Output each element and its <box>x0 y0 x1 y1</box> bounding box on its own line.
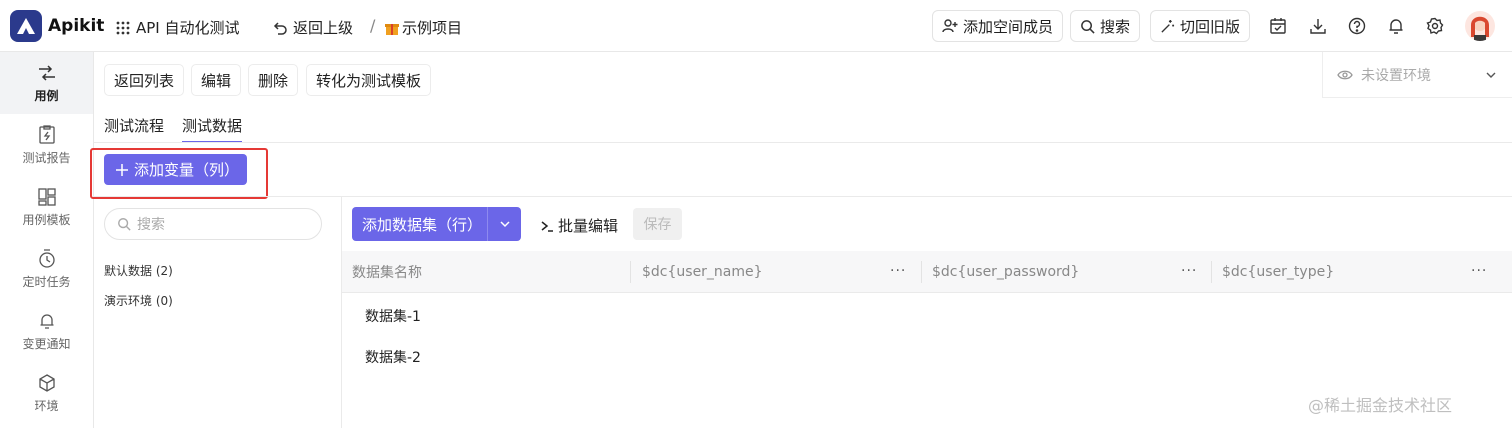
column-more-menu[interactable]: ··· <box>1181 263 1197 279</box>
sidebar-item-label: 用例 <box>34 88 59 103</box>
add-variable-label: 添加变量（列） <box>134 161 240 179</box>
add-dataset-button[interactable]: 添加数据集（行） <box>352 207 521 241</box>
breadcrumb-separator: / <box>370 16 376 35</box>
tab-test-flow[interactable]: 测试流程 <box>104 115 164 143</box>
column-header-dataset-name: 数据集名称 <box>352 265 422 281</box>
grid-icon <box>116 21 130 34</box>
environment-select[interactable]: 未设置环境 <box>1322 52 1512 98</box>
sidebar-item-environment[interactable]: 环境 <box>0 362 93 424</box>
table-header: 数据集名称 $dc{user_name} ··· $dc{user_passwo… <box>342 251 1512 293</box>
column-header-user-password: $dc{user_password} <box>932 264 1080 280</box>
eye-icon <box>1337 70 1353 79</box>
search-icon <box>118 218 131 231</box>
search-input[interactable]: 搜索 <box>104 208 322 240</box>
gear-icon[interactable] <box>1424 15 1446 37</box>
project-name: API 自动化测试 <box>136 19 240 37</box>
column-divider <box>630 261 631 283</box>
sidebar-item-label: 环境 <box>34 398 59 413</box>
column-more-menu[interactable]: ··· <box>1471 263 1487 279</box>
undo-icon <box>273 21 287 35</box>
notification-icon[interactable] <box>1385 15 1407 37</box>
apikit-logo[interactable] <box>10 10 42 42</box>
sidebar-item-label: 变更通知 <box>22 336 71 351</box>
add-dataset-label: 添加数据集（行） <box>362 215 483 234</box>
sidebar: 用例 测试报告 用例模板 定时任务 变更通知 环境 <box>0 52 94 428</box>
column-header-user-type: $dc{user_type} <box>1222 264 1335 280</box>
add-variable-button[interactable]: 添加变量（列） <box>104 154 247 185</box>
back-up-button[interactable]: 返回上级 <box>272 17 353 38</box>
switch-old-version-button[interactable]: 切回旧版 <box>1150 10 1251 42</box>
old-version-label: 切回旧版 <box>1180 17 1241 36</box>
table-row[interactable]: 数据集-2 <box>365 347 421 367</box>
plus-icon <box>116 163 128 176</box>
add-member-button[interactable]: 添加空间成员 <box>932 10 1064 42</box>
tab-bar: 测试流程 测试数据 <box>104 115 243 143</box>
tabs-divider <box>94 142 1512 143</box>
terminal-icon <box>541 220 553 232</box>
watermark: @稀土掘金技术社区 <box>1308 396 1453 415</box>
chevron-down-icon <box>1486 72 1496 78</box>
sidebar-item-templates[interactable]: 用例模板 <box>0 176 93 238</box>
sidebar-item-notifications[interactable]: 变更通知 <box>0 300 93 362</box>
template-icon <box>37 187 56 206</box>
sidebar-item-scheduled[interactable]: 定时任务 <box>0 238 93 300</box>
breadcrumb-project[interactable]: 示例项目 <box>384 17 462 38</box>
report-icon <box>38 124 55 144</box>
tab-test-data[interactable]: 测试数据 <box>182 115 243 143</box>
save-button[interactable]: 保存 <box>633 208 682 240</box>
column-divider <box>1211 261 1212 283</box>
batch-edit-button[interactable]: 批量编辑 <box>540 215 618 236</box>
chevron-down-icon[interactable] <box>487 207 521 241</box>
column-divider <box>921 261 922 283</box>
sidebar-item-reports[interactable]: 测试报告 <box>0 114 93 176</box>
list-item-default-data[interactable]: 默认数据 (2) <box>104 262 173 279</box>
search-button[interactable]: 搜索 <box>1070 10 1141 42</box>
convert-to-template-button[interactable]: 转化为测试模板 <box>306 64 432 96</box>
breadcrumb-label: 示例项目 <box>402 19 463 37</box>
add-user-icon <box>942 19 958 33</box>
environment-placeholder: 未设置环境 <box>1361 67 1431 84</box>
add-member-label: 添加空间成员 <box>963 17 1054 36</box>
batch-edit-label: 批量编辑 <box>558 217 619 235</box>
column-more-menu[interactable]: ··· <box>890 263 906 279</box>
help-icon[interactable] <box>1346 15 1368 37</box>
column-header-user-name: $dc{user_name} <box>642 264 763 280</box>
sidebar-item-label: 用例模板 <box>22 212 71 227</box>
list-item-demo-env[interactable]: 演示环境 (0) <box>104 292 173 309</box>
download-icon[interactable] <box>1307 15 1329 37</box>
user-avatar[interactable] <box>1465 11 1495 41</box>
search-icon <box>1081 19 1095 34</box>
sidebar-item-cases[interactable]: 用例 <box>0 52 93 114</box>
project-switcher[interactable]: API 自动化测试 <box>116 17 240 38</box>
delete-button[interactable]: 删除 <box>248 64 299 96</box>
gift-icon <box>385 23 399 35</box>
top-bar: Apikit API 自动化测试 返回上级 / 示例项目 添加空间成员 搜索 切… <box>0 0 1512 52</box>
table-row[interactable]: 数据集-1 <box>365 306 421 326</box>
edit-button[interactable]: 编辑 <box>191 64 242 96</box>
sidebar-item-label: 测试报告 <box>22 150 71 165</box>
timer-icon <box>38 248 55 268</box>
back-up-label: 返回上级 <box>293 19 354 37</box>
calendar-icon[interactable] <box>1267 15 1289 37</box>
search-label: 搜索 <box>1100 17 1131 36</box>
bell-icon <box>40 313 53 329</box>
magic-wand-icon <box>1161 19 1175 33</box>
back-to-list-button[interactable]: 返回列表 <box>104 64 185 96</box>
sidebar-item-label: 定时任务 <box>22 274 71 289</box>
brand-name: Apikit <box>48 16 105 36</box>
case-icon <box>38 64 55 81</box>
cube-icon <box>38 373 55 392</box>
search-placeholder: 搜索 <box>137 217 165 233</box>
